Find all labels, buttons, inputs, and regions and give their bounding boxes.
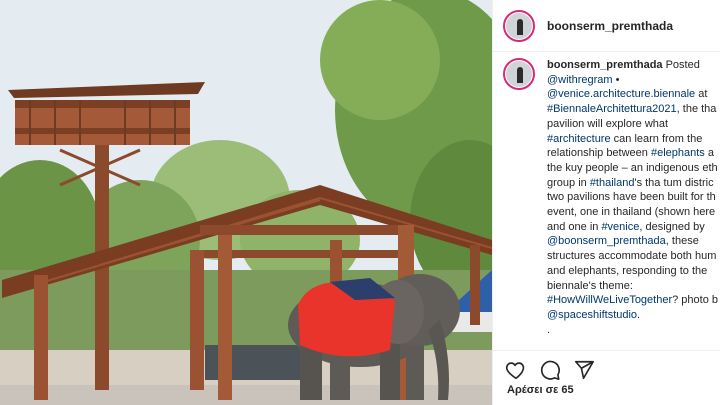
post-actions: Αρέσει σε 65	[493, 350, 720, 405]
caption-line: structures accommodate both hum	[547, 250, 717, 263]
post-header: boonserm_premthada	[493, 0, 720, 52]
post-sidebar: boonserm_premthada boonserm_premthada Po…	[492, 0, 720, 405]
elephant-pavilion-image	[0, 0, 492, 405]
caption-text-part: 's tha tum distric	[634, 176, 714, 189]
caption-text-part: relationship between	[547, 147, 651, 160]
caption: boonserm_premthada Posted @withregram • …	[503, 58, 720, 337]
caption-text-part: , the tha	[676, 103, 717, 116]
caption-text-part: .	[637, 308, 641, 321]
mention-spaceshiftstudio[interactable]: @spaceshiftstudio	[547, 309, 637, 321]
caption-text-part: , these	[665, 235, 699, 248]
caption-line: event, one in thailand (shown here	[547, 206, 716, 219]
caption-author[interactable]: boonserm_premthada	[547, 59, 663, 71]
heart-icon[interactable]	[505, 359, 527, 381]
caption-bullet: •	[612, 73, 620, 86]
caption-text-part: can learn from the	[610, 132, 703, 145]
caption-text-part: at	[695, 88, 708, 101]
caption-line: biennale's theme:	[547, 279, 633, 292]
hashtag-howwillwelivetogether[interactable]: #HowWillWeLiveTogether	[547, 294, 672, 306]
hashtag-venice[interactable]: #venice	[601, 221, 639, 233]
caption-posted: Posted	[662, 59, 700, 71]
caption-line: and elephants, responding to the	[547, 264, 708, 277]
caption-text: boonserm_premthada Posted @withregram • …	[547, 58, 720, 337]
caption-text-part: ? photo b	[672, 294, 718, 307]
hashtag-architecture[interactable]: #architecture	[547, 133, 611, 145]
caption-text-part: and one in	[547, 220, 602, 233]
caption-line: pavilion will explore what	[547, 117, 669, 130]
caption-text-part: group in	[547, 176, 590, 189]
hashtag-biennale[interactable]: #BiennaleArchitettura2021	[547, 103, 677, 115]
mention-venice-biennale[interactable]: @venice.architecture.biennale	[547, 88, 695, 100]
hashtag-thailand[interactable]: #thailand	[590, 177, 635, 189]
caption-line: .	[547, 323, 551, 336]
caption-line: two pavilions have been built for th	[547, 191, 716, 204]
caption-text-part: a	[704, 147, 714, 160]
caption-line: the kuy people – an indigenous eth	[547, 161, 718, 174]
mention-withregram[interactable]: @withregram	[547, 74, 613, 86]
hashtag-elephants[interactable]: #elephants	[651, 147, 705, 159]
caption-avatar[interactable]	[503, 58, 535, 90]
post-photo[interactable]	[0, 0, 492, 405]
mention-boonserm[interactable]: @boonserm_premthada	[547, 235, 666, 247]
comment-icon[interactable]	[539, 359, 561, 381]
share-icon[interactable]	[573, 359, 595, 381]
likes-count[interactable]: Αρέσει σε 65	[493, 384, 720, 396]
caption-text-part: , designed by	[639, 220, 705, 233]
header-username[interactable]: boonserm_premthada	[547, 19, 673, 33]
avatar[interactable]	[503, 9, 535, 42]
